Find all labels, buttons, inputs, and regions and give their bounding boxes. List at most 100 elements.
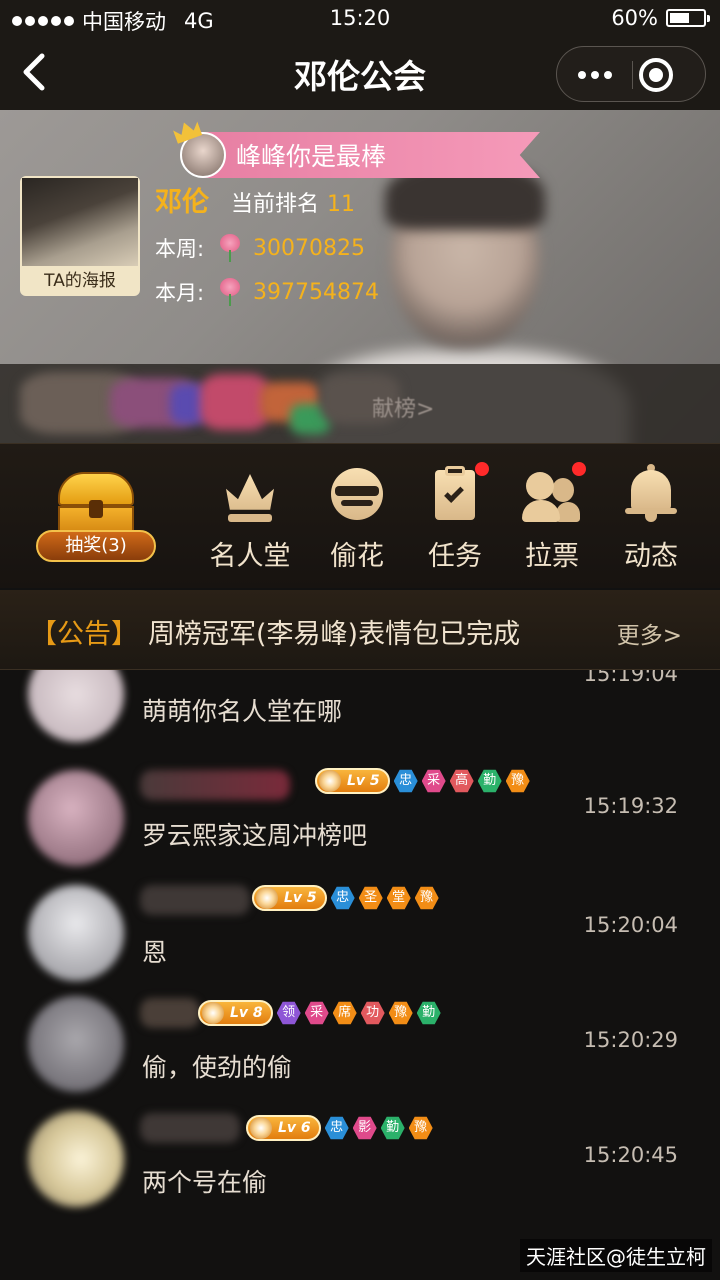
lottery-button[interactable]: 抽奖(3): [36, 468, 156, 568]
honor-badge: 忠: [330, 886, 355, 910]
honor-badge: 勤: [416, 1001, 441, 1025]
top-fans-strip[interactable]: 献榜>: [0, 364, 720, 443]
poster-card[interactable]: TA的海报: [20, 176, 140, 296]
feature-menu: 抽奖(3) 名人堂 偷花 任务 拉票 动态: [0, 443, 720, 588]
message-time: 15:20:29: [583, 1028, 678, 1052]
rose-icon: [202, 1002, 224, 1024]
user-nickname: [140, 885, 250, 915]
honor-badge: 高: [449, 769, 474, 793]
chat-message: Lv 5 忠 圣 堂 豫 15:20:04 恩: [0, 877, 720, 992]
clipboard-check-icon: [425, 462, 489, 524]
announcement-more-link[interactable]: 更多>: [617, 616, 682, 650]
more-options-button[interactable]: [557, 47, 632, 103]
star-banner: 峰峰你是最棒 TA的海报 邓伦 当前排名 11 本周: 30070825 本月: …: [0, 110, 720, 443]
poster-label: TA的海报: [44, 271, 116, 291]
capsule-divider: [632, 61, 633, 89]
fan-message-text: 峰峰你是最棒: [236, 142, 387, 171]
monthly-stat: 本月: 397754874: [155, 277, 379, 307]
message-time: 15:20:45: [583, 1143, 678, 1167]
bell-icon: [621, 464, 681, 524]
rose-icon: [319, 770, 341, 792]
menu-item-hall-of-fame[interactable]: 名人堂: [205, 464, 295, 574]
app-screen: 中国移动 4G 15:20 60% 邓伦公会 峰峰你是最棒 TA的海报 邓伦 当…: [0, 0, 720, 1280]
rank-label-text: 当前排名: [231, 192, 320, 217]
level-text: Lv 6: [278, 1120, 311, 1136]
star-info: 邓伦 当前排名 11 本周: 30070825 本月: 397754874: [155, 180, 379, 307]
honor-badge: 采: [421, 769, 446, 793]
nav-bar: 邓伦公会: [0, 36, 720, 110]
fan-message-ribbon: 峰峰你是最棒: [180, 132, 540, 178]
honor-badge: 豫: [414, 886, 439, 910]
honor-badge: 忠: [324, 1116, 349, 1140]
month-label: 本月:: [155, 281, 205, 305]
flower-icon: [219, 278, 241, 306]
honor-badge: 堂: [386, 886, 411, 910]
notification-dot: [572, 462, 586, 476]
chat-message: Lv 5 忠 采 高 勤 豫 15:19:32 罗云熙家这周冲榜吧: [0, 762, 720, 877]
user-badges: Lv 8 领 采 席 功 豫 勤: [198, 1000, 441, 1026]
message-time: 15:20:04: [583, 913, 678, 937]
message-time: 15:19:04: [583, 670, 678, 686]
star-name: 邓伦: [155, 187, 209, 218]
menu-item-feed[interactable]: 动态: [606, 464, 696, 574]
level-text: Lv 5: [347, 773, 380, 789]
level-text: Lv 5: [284, 890, 317, 906]
battery-icon: [666, 9, 710, 27]
status-bar: 中国移动 4G 15:20 60%: [0, 0, 720, 36]
honor-badge: 豫: [408, 1116, 433, 1140]
lottery-label: 抽奖(3): [36, 530, 156, 562]
level-badge: Lv 6: [246, 1115, 321, 1141]
message-text: 罗云熙家这周冲榜吧: [142, 821, 368, 850]
user-avatar[interactable]: [28, 670, 124, 742]
fan-rank-link[interactable]: 献榜>: [372, 391, 434, 423]
chat-message: Lv 8 领 采 席 功 豫 勤 15:20:29 偷，使劲的偷: [0, 992, 720, 1107]
user-avatar[interactable]: [28, 770, 124, 866]
rose-icon: [250, 1117, 272, 1139]
people-icon: [522, 462, 586, 524]
notification-dot: [475, 462, 489, 476]
user-avatar[interactable]: [28, 996, 124, 1092]
honor-badge: 勤: [477, 769, 502, 793]
announcement-text: 周榜冠军(李易峰)表情包已完成: [148, 619, 521, 650]
rank-label: 当前排名 11: [231, 186, 355, 218]
message-text: 偷，使劲的偷: [142, 1053, 293, 1082]
menu-item-canvass-votes[interactable]: 拉票: [507, 462, 597, 574]
user-badges: Lv 6 忠 影 勤 豫: [246, 1115, 433, 1141]
rank-value: 11: [327, 192, 356, 217]
message-text: 萌萌你名人堂在哪: [142, 697, 343, 726]
user-nickname: [140, 998, 200, 1028]
watermark: 天涯社区@徒生立柯: [520, 1239, 712, 1272]
crown-icon: [220, 464, 280, 524]
menu-label: 名人堂: [209, 541, 291, 572]
poster-image: [22, 178, 138, 266]
menu-label: 动态: [624, 541, 678, 572]
rose-icon: [256, 887, 278, 909]
user-avatar[interactable]: [28, 1111, 124, 1207]
flower-icon: [219, 234, 241, 262]
honor-badge: 领: [276, 1001, 301, 1025]
chat-list[interactable]: 15:19:04 萌萌你名人堂在哪 Lv 5 忠 采 高 勤 豫 15:19:3…: [0, 670, 720, 1280]
message-time: 15:19:32: [583, 794, 678, 818]
chat-message: Lv 6 忠 影 勤 豫 15:20:45 两个号在偷: [0, 1107, 720, 1222]
menu-item-steal-flowers[interactable]: 偷花: [312, 464, 402, 574]
battery-percent: 60%: [611, 6, 658, 30]
level-badge: Lv 5: [315, 768, 390, 794]
message-text: 恩: [142, 938, 168, 967]
close-miniprogram-button[interactable]: [639, 58, 673, 92]
honor-badge: 豫: [505, 769, 530, 793]
level-badge: Lv 8: [198, 1000, 273, 1026]
battery-info: 60%: [611, 6, 710, 30]
announcement-bar[interactable]: 【公告】 周榜冠军(李易峰)表情包已完成 更多>: [0, 590, 720, 670]
honor-badge: 忠: [393, 769, 418, 793]
menu-label: 偷花: [330, 541, 384, 572]
user-badges: Lv 5 忠 圣 堂 豫: [252, 885, 439, 911]
honor-badge: 采: [304, 1001, 329, 1025]
user-avatar[interactable]: [28, 885, 124, 981]
weekly-stat: 本周: 30070825: [155, 233, 379, 263]
week-value: 30070825: [253, 235, 365, 261]
announcement-tag: 【公告】: [30, 619, 138, 650]
honor-badge: 功: [360, 1001, 385, 1025]
menu-item-tasks[interactable]: 任务: [410, 462, 500, 574]
level-badge: Lv 5: [252, 885, 327, 911]
honor-badge: 席: [332, 1001, 357, 1025]
